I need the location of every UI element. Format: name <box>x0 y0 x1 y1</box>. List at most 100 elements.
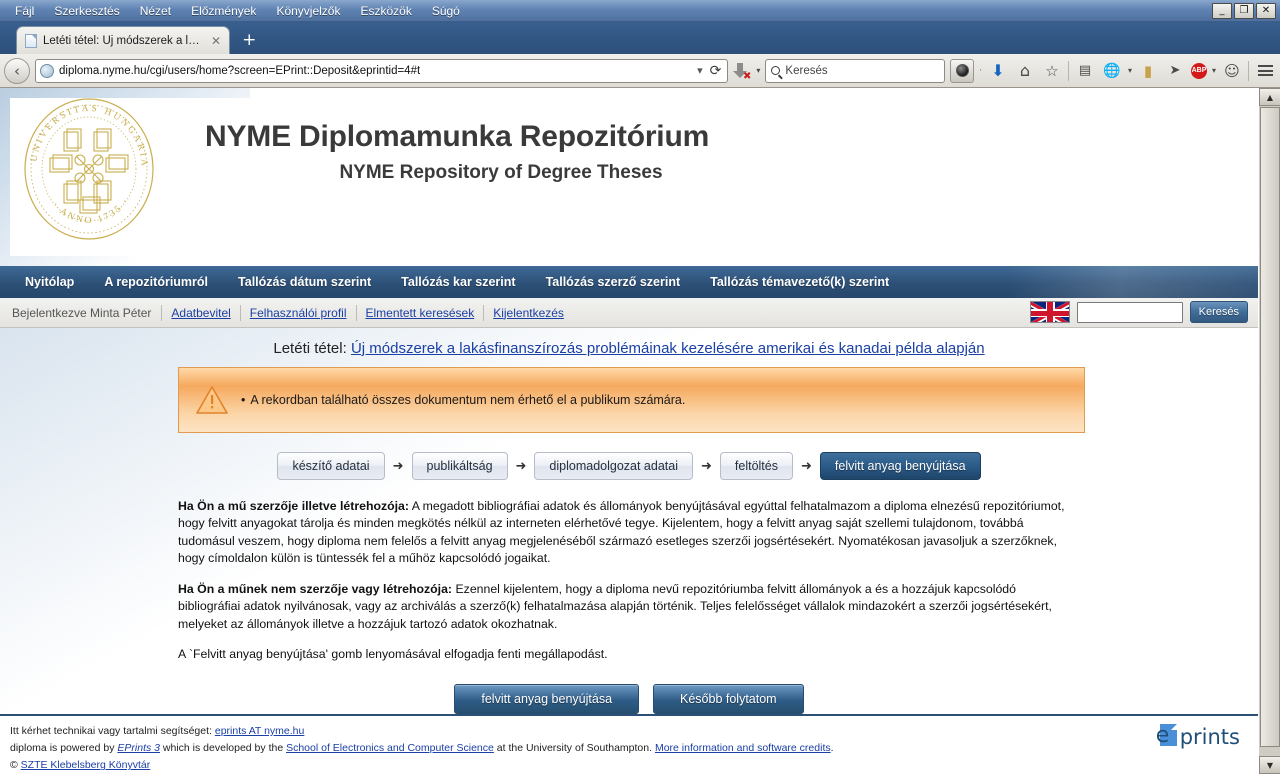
footer-help-email-link[interactable]: eprints AT nyme.hu <box>215 725 305 737</box>
search-placeholder: Keresés <box>785 64 828 77</box>
continue-later-button[interactable]: Később folytatom <box>653 683 804 714</box>
window-titlebar: Fájl Szerkesztés Nézet Előzmények Könyvj… <box>0 0 1280 22</box>
book-icon[interactable]: ▮ <box>1137 59 1159 83</box>
arrow-right-icon: ➜ <box>392 458 404 474</box>
book-glyph: ▮ <box>1143 61 1153 80</box>
chevron-down-icon[interactable]: ▾ <box>1212 66 1216 75</box>
browser-menubar[interactable]: Fájl Szerkesztés Nézet Előzmények Könyvj… <box>0 0 469 22</box>
back-button[interactable]: ‹ <box>4 57 30 84</box>
nav-item-home[interactable]: Nyitólap <box>10 266 89 298</box>
site-title: NYME Diplomamunka Repozitórium <box>205 120 710 153</box>
submit-deposit-button[interactable]: felvitt anyag benyújtása <box>454 683 640 714</box>
abp-label: ABP <box>1191 67 1207 74</box>
maximize-button[interactable]: ❐ <box>1234 3 1254 19</box>
toolbar-divider <box>1067 60 1069 81</box>
tab-title: Letéti tétel: Új módszerek a la... <box>43 34 203 47</box>
arrow-right-icon: ➜ <box>515 458 527 474</box>
site-navigation: Nyitólap A repozitóriumról Tallózás dátu… <box>0 266 1258 298</box>
menu-tools-label: Eszközök <box>360 4 412 18</box>
download-status-icon[interactable]: ✖ <box>733 60 751 82</box>
address-bar[interactable]: diploma.nyme.hu/cgi/users/home?screen=EP… <box>35 58 729 83</box>
scroll-down-button[interactable]: ▼ <box>1259 756 1280 774</box>
minimize-button[interactable]: _ <box>1212 3 1232 19</box>
footer-eprints-link[interactable]: EPrints 3 <box>117 742 160 754</box>
chevron-down-icon[interactable]: ▾ <box>756 66 760 75</box>
menu-tools[interactable]: Eszközök <box>351 2 420 20</box>
action-buttons: felvitt anyag benyújtása Később folytato… <box>10 683 1248 714</box>
send-paper-plane-icon[interactable]: ➤ <box>1164 59 1186 83</box>
plane-glyph: ➤ <box>1169 63 1181 78</box>
nav-item-browse-by-faculty[interactable]: Tallózás kar szerint <box>386 266 530 298</box>
chevron-down-icon[interactable]: · <box>979 66 982 75</box>
window-controls[interactable]: _ ❐ ✕ <box>1212 3 1276 19</box>
home-icon[interactable]: ⌂ <box>1014 59 1036 83</box>
user-link-logout[interactable]: Kijelentkezés <box>483 304 573 321</box>
uk-flag-icon[interactable] <box>1029 301 1070 323</box>
menu-file-label: Fájl <box>15 4 35 18</box>
nav-item-browse-by-author[interactable]: Tallózás szerző szerint <box>531 266 696 298</box>
eprints-logo: e prints <box>1156 724 1240 750</box>
menu-view-label: Nézet <box>139 4 172 18</box>
menu-file[interactable]: Fájl <box>6 2 43 20</box>
agreement-p1-heading: Ha Ön a mű szerzője illetve létrehozója: <box>178 499 409 513</box>
screenshot-button[interactable] <box>950 58 975 83</box>
menu-bookmarks[interactable]: Könyvjelzők <box>267 2 349 20</box>
reading-list-icon[interactable]: ▤ <box>1074 59 1096 83</box>
smiley-glyph: ☺ <box>1224 61 1240 80</box>
user-link-profile[interactable]: Felhasználói profil <box>239 304 356 321</box>
close-button[interactable]: ✕ <box>1256 3 1276 19</box>
footer-powered-prefix: diploma is powered by <box>10 742 118 755</box>
menu-history-label: Előzmények <box>191 4 257 18</box>
translate-globe-icon[interactable]: 🌐 <box>1101 59 1123 83</box>
adblock-plus-icon[interactable]: ABP <box>1190 62 1207 79</box>
chevron-down-icon[interactable]: ▾ <box>1128 66 1132 75</box>
user-link-saved-searches[interactable]: Elmentett keresések <box>355 304 484 321</box>
scroll-up-button[interactable]: ▲ <box>1259 88 1280 106</box>
user-bar-left: Bejelentkezve Minta Péter Adatbevitel Fe… <box>12 304 573 321</box>
footer-help-prefix: Itt kérhet technikai vagy tartalmi segít… <box>10 725 215 737</box>
warning-message-box: • A rekordban található összes dokumentum… <box>178 367 1085 433</box>
new-tab-button[interactable]: + <box>242 32 256 49</box>
browser-tab[interactable]: Letéti tétel: Új módszerek a la... ✕ <box>16 26 231 54</box>
nav-item-browse-by-supervisor[interactable]: Tallózás témavezető(k) szerint <box>695 266 904 298</box>
footer-library-link[interactable]: SZTE Klebelsberg Könyvtár <box>21 759 151 771</box>
camera-lens-icon <box>955 64 969 77</box>
warning-triangle-icon <box>195 385 229 415</box>
footer-powered-mid2: at the University of Southampton. <box>493 742 655 755</box>
back-arrow-icon: ‹ <box>14 61 20 80</box>
site-search-button[interactable]: Keresés <box>1189 301 1248 323</box>
chevron-down-icon[interactable]: ▾ <box>695 64 705 77</box>
menu-help-label: Súgó <box>431 4 460 18</box>
menu-hamburger-icon[interactable] <box>1254 59 1276 83</box>
page-scrollbar[interactable]: ▲ ▼ <box>1258 88 1280 774</box>
menu-view[interactable]: Nézet <box>131 2 180 20</box>
menu-help[interactable]: Súgó <box>423 2 469 20</box>
user-link-deposit[interactable]: Adatbevitel <box>161 304 239 321</box>
deposit-step-flow: készítő adatai ➜ publikáltság ➜ diplomad… <box>10 452 1248 480</box>
university-seal-logo: UNIVERSITAS HUNGARIAE OCCIDENTALIS · ANN… <box>9 89 164 242</box>
reload-icon[interactable]: ⟳ <box>710 63 724 79</box>
search-input[interactable]: Keresés <box>765 58 946 83</box>
tab-close-icon[interactable]: ✕ <box>209 35 223 47</box>
menu-edit[interactable]: Szerkesztés <box>45 2 128 20</box>
step-thesis-details[interactable]: diplomadolgozat adatai <box>534 452 693 480</box>
step-upload[interactable]: feltöltés <box>719 452 793 480</box>
scrollbar-thumb[interactable] <box>1260 107 1280 747</box>
menu-bookmarks-label: Könyvjelzők <box>276 4 341 18</box>
nav-item-about[interactable]: A repozitóriumról <box>89 266 223 298</box>
menu-history[interactable]: Előzmények <box>182 2 265 20</box>
downloads-icon[interactable]: ⬇ <box>987 59 1009 83</box>
footer-ecs-link[interactable]: School of Electronics and Computer Scien… <box>286 742 494 754</box>
nav-item-browse-by-date[interactable]: Tallózás dátum szerint <box>223 266 386 298</box>
footer-credits-link[interactable]: More information and software credits <box>655 742 831 754</box>
step-publication[interactable]: publikáltság <box>411 452 508 480</box>
deposit-title-link[interactable]: Új módszerek a lakásfinanszírozás problé… <box>351 340 985 357</box>
home-glyph: ⌂ <box>1019 61 1031 80</box>
site-search-input[interactable] <box>1076 301 1183 323</box>
step-deposit-submit[interactable]: felvitt anyag benyújtása <box>819 452 981 480</box>
smiley-icon[interactable]: ☺ <box>1221 59 1243 83</box>
step-author-details[interactable]: készítő adatai <box>277 452 385 480</box>
site-banner: UNIVERSITAS HUNGARIAE OCCIDENTALIS · ANN… <box>0 88 1258 266</box>
bookmark-star-icon[interactable]: ☆ <box>1041 59 1063 83</box>
logged-in-label: Bejelentkezve Minta Péter <box>12 305 152 320</box>
